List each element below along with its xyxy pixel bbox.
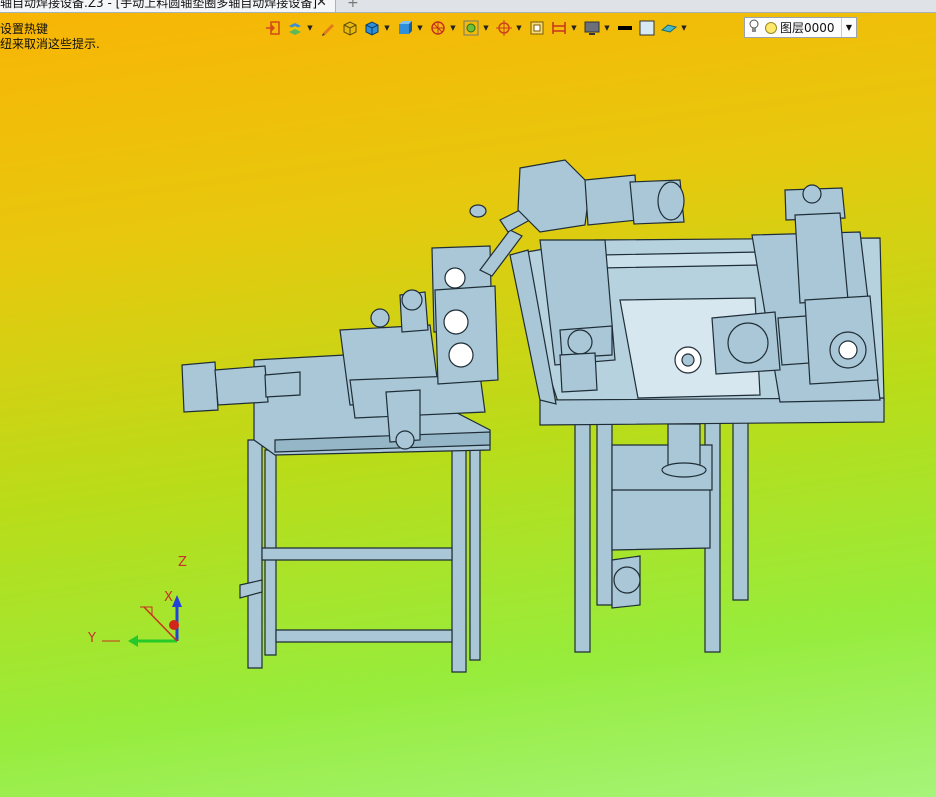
axis-z-label: Z bbox=[178, 555, 187, 570]
axis-y-label: Y bbox=[88, 631, 96, 646]
axis-x-label: X bbox=[164, 590, 173, 605]
right-welding-station[interactable] bbox=[469, 159, 885, 653]
left-welding-station[interactable] bbox=[181, 229, 523, 673]
model-viewport[interactable] bbox=[0, 0, 936, 797]
axis-triad: Z X Y bbox=[82, 555, 192, 650]
